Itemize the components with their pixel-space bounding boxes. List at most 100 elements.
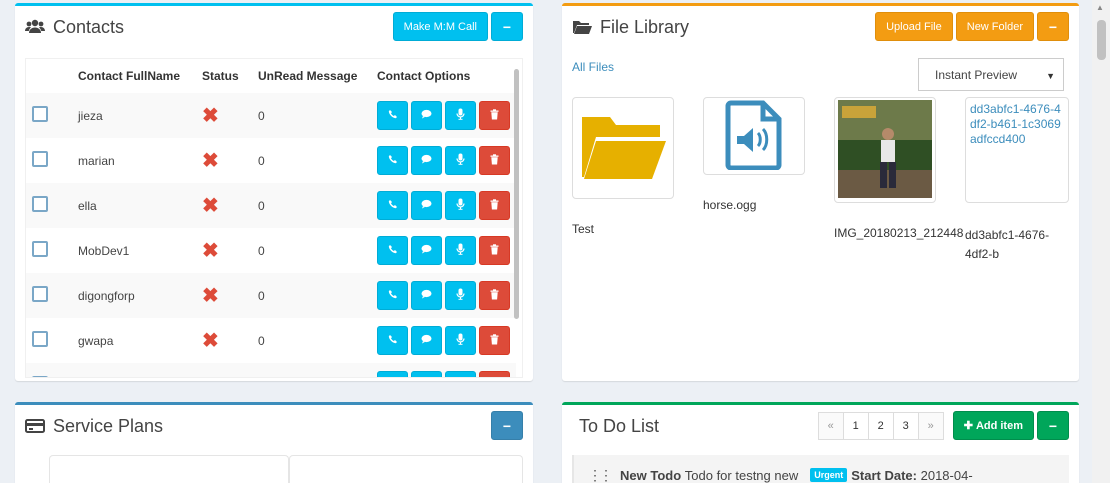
voice-button[interactable] <box>445 281 476 310</box>
page-scrollbar[interactable]: ▲ <box>1092 0 1110 483</box>
plus-icon: ✚ <box>963 420 973 432</box>
message-button[interactable] <box>411 236 442 265</box>
chat-icon <box>421 199 432 212</box>
pager-next[interactable]: » <box>917 411 944 440</box>
contacts-minimize-button[interactable]: − <box>491 12 523 41</box>
voice-button[interactable] <box>445 236 476 265</box>
voice-button[interactable] <box>445 101 476 130</box>
chat-icon <box>421 244 432 257</box>
voice-button[interactable] <box>445 326 476 355</box>
col-header-options: Contact Options <box>377 69 471 83</box>
call-button[interactable] <box>377 371 408 377</box>
scroll-up-icon[interactable]: ▲ <box>1096 3 1104 12</box>
message-button[interactable] <box>411 281 442 310</box>
call-button[interactable] <box>377 101 408 130</box>
message-button[interactable] <box>411 371 442 377</box>
microphone-icon <box>456 108 465 123</box>
table-row: digongforp ✖ 0 <box>26 273 516 318</box>
make-mm-call-button[interactable]: Make M:M Call <box>392 12 488 41</box>
row-checkbox[interactable] <box>32 376 48 377</box>
start-date-value: 2018-04- <box>920 467 973 483</box>
message-button[interactable] <box>411 101 442 130</box>
audio-file-icon <box>725 100 783 173</box>
call-button[interactable] <box>377 191 408 220</box>
row-checkbox[interactable] <box>32 286 48 302</box>
pager-page-2[interactable]: 2 <box>867 411 894 440</box>
file-library-panel: File Library Upload File New Folder − Al… <box>562 3 1079 381</box>
message-button[interactable] <box>411 326 442 355</box>
trash-icon <box>490 288 499 303</box>
phone-icon <box>388 244 398 257</box>
drag-handle-icon[interactable]: ⋮⋮ <box>588 467 613 483</box>
table-header-row: Contact FullName Status UnRead Message C… <box>26 59 516 93</box>
delete-contact-button[interactable] <box>479 101 510 130</box>
contacts-scrollbar[interactable] <box>514 69 519 319</box>
row-checkbox[interactable] <box>32 331 48 347</box>
call-button[interactable] <box>377 326 408 355</box>
row-checkbox[interactable] <box>32 241 48 257</box>
instant-preview-select[interactable]: Instant Preview ▼ <box>918 58 1064 91</box>
todo-title: To Do List <box>579 415 660 436</box>
unread-count: 0 <box>252 93 371 138</box>
delete-contact-button[interactable] <box>479 146 510 175</box>
file-library-minimize-button[interactable]: − <box>1037 12 1069 41</box>
chat-icon <box>421 289 432 302</box>
voice-button[interactable] <box>445 371 476 377</box>
offline-x-icon: ✖ <box>202 329 219 352</box>
pager-page-3[interactable]: 3 <box>892 411 919 440</box>
file-name: Test <box>572 222 595 236</box>
call-button[interactable] <box>377 236 408 265</box>
table-row <box>26 363 516 377</box>
delete-contact-button[interactable] <box>479 371 510 377</box>
contacts-table-container[interactable]: Contact FullName Status UnRead Message C… <box>25 58 523 378</box>
pager-page-1[interactable]: 1 <box>842 411 869 440</box>
phone-icon <box>388 334 398 347</box>
contact-name: MobDev1 <box>78 243 130 258</box>
todo-panel: To Do List « 1 2 3 » ✚ Add item − ⋮⋮ New… <box>562 402 1079 483</box>
call-button[interactable] <box>377 281 408 310</box>
unread-count: 0 <box>252 273 371 318</box>
all-files-link[interactable]: All Files <box>572 60 614 74</box>
add-item-button[interactable]: ✚ Add item <box>952 411 1034 440</box>
pager-prev[interactable]: « <box>817 411 844 440</box>
file-item-image[interactable] <box>834 97 936 203</box>
plan-card[interactable] <box>49 455 289 483</box>
microphone-icon <box>456 333 465 348</box>
chat-icon <box>421 109 432 122</box>
voice-button[interactable] <box>445 191 476 220</box>
message-button[interactable] <box>411 146 442 175</box>
phone-icon <box>388 109 398 122</box>
col-header-unread: UnRead Message <box>258 69 358 83</box>
delete-contact-button[interactable] <box>479 281 510 310</box>
urgent-badge: Urgent <box>810 468 848 482</box>
row-checkbox[interactable] <box>32 106 48 122</box>
plan-card[interactable] <box>289 455 523 483</box>
upload-file-button[interactable]: Upload File <box>875 12 953 41</box>
service-plans-minimize-button[interactable]: − <box>491 411 523 440</box>
table-row: gwapa ✖ 0 <box>26 318 516 363</box>
contacts-panel: Contacts Make M:M Call − Contact FullNam… <box>15 3 533 381</box>
row-checkbox[interactable] <box>32 196 48 212</box>
delete-contact-button[interactable] <box>479 191 510 220</box>
trash-icon <box>490 108 499 123</box>
delete-contact-button[interactable] <box>479 326 510 355</box>
service-plans-title: Service Plans <box>53 415 164 436</box>
call-button[interactable] <box>377 146 408 175</box>
voice-button[interactable] <box>445 146 476 175</box>
page-scrollbar-thumb[interactable] <box>1097 20 1106 60</box>
contacts-tools: Make M:M Call − <box>392 12 523 41</box>
chat-icon <box>421 154 432 167</box>
unread-count: 0 <box>258 153 265 168</box>
trash-icon <box>490 333 499 348</box>
row-checkbox[interactable] <box>32 151 48 167</box>
todo-item[interactable]: ⋮⋮ New Todo Todo for testng new Urgent S… <box>572 455 1069 483</box>
delete-contact-button[interactable] <box>479 236 510 265</box>
new-folder-button[interactable]: New Folder <box>955 12 1034 41</box>
file-item-folder[interactable] <box>572 97 674 199</box>
file-item-audio[interactable] <box>703 97 805 175</box>
contact-name: marian <box>78 153 115 168</box>
todo-minimize-button[interactable]: − <box>1037 411 1069 440</box>
trash-icon <box>490 153 499 168</box>
message-button[interactable] <box>411 191 442 220</box>
file-item-broken-image[interactable]: dd3abfc1-4676-4df2-b461-1c3069adfccd400 <box>965 97 1069 203</box>
